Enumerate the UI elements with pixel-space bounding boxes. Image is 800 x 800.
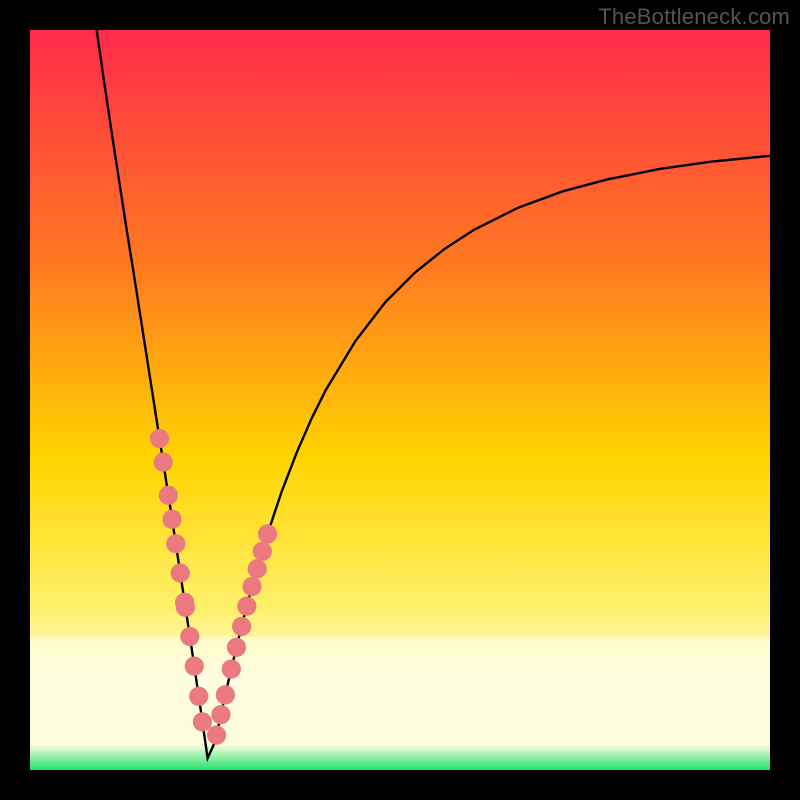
curve-marker [166, 534, 185, 553]
curve-marker [248, 559, 267, 578]
curve-marker [159, 486, 178, 505]
pale-yellow-band [30, 637, 770, 696]
watermark-text: TheBottleneck.com [598, 4, 790, 30]
curve-marker [237, 597, 256, 616]
curve-marker [162, 510, 181, 529]
curve-marker [171, 563, 190, 582]
curve-marker [154, 453, 173, 472]
curve-marker [150, 429, 169, 448]
curve-marker [253, 542, 272, 561]
curve-marker [193, 712, 212, 731]
curve-marker [185, 656, 204, 675]
curve-marker [189, 687, 208, 706]
curve-marker [222, 659, 241, 678]
curve-marker [258, 524, 277, 543]
curve-marker [242, 577, 261, 596]
curve-marker [232, 617, 251, 636]
curve-marker [227, 638, 246, 657]
curve-marker [180, 627, 199, 646]
curve-marker [211, 705, 230, 724]
plot-svg [30, 30, 770, 770]
plot-area [30, 30, 770, 770]
curve-marker [207, 725, 226, 744]
chart-frame: TheBottleneck.com [0, 0, 800, 800]
curve-marker [216, 685, 235, 704]
curve-marker [176, 598, 195, 617]
